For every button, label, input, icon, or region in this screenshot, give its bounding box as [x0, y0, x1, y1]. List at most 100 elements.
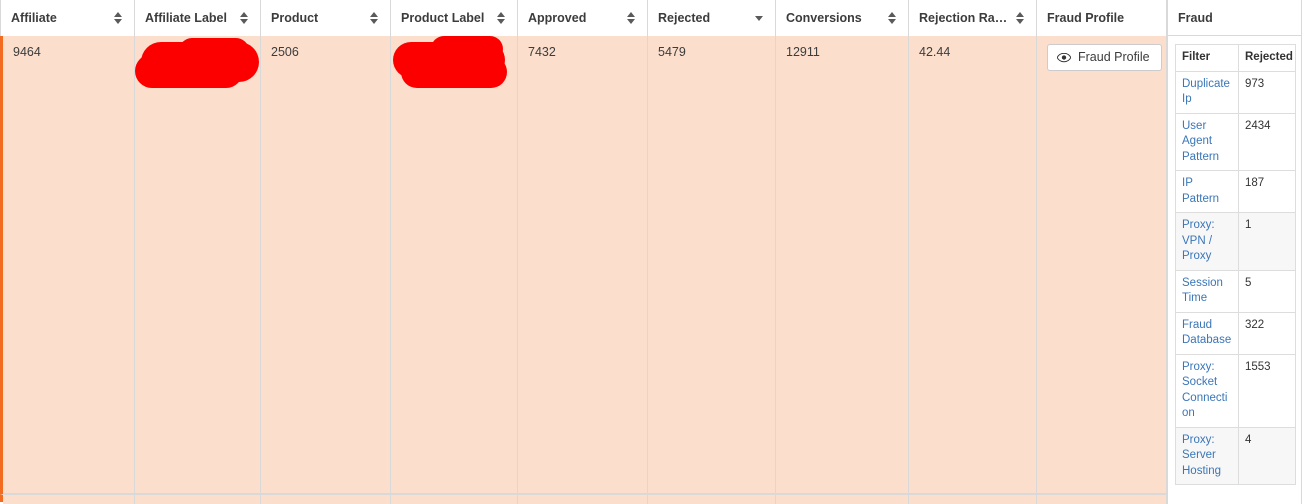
eye-icon [1056, 52, 1072, 63]
sort-both-icon[interactable] [888, 11, 898, 25]
fraud-column: Fraud Filter Rejected Duplicate Ip 973 U… [1167, 0, 1302, 504]
fraud-filter-link[interactable]: Fraud Database [1182, 319, 1231, 347]
fraud-breakdown-container: Filter Rejected Duplicate Ip 973 User Ag… [1168, 36, 1302, 504]
approved-value: 7432 [528, 45, 556, 59]
fraud-rejected-cell: 5 [1238, 269, 1296, 313]
cell-next-rejection-rate [909, 495, 1037, 504]
column-header-label: Affiliate Label [145, 11, 227, 25]
column-header-label: Product Label [401, 11, 485, 25]
column-header-conversions[interactable]: Conversions [776, 0, 909, 36]
cell-rejection-rate: 42.44 [909, 36, 1037, 494]
fraud-report-table: Affiliate Affiliate Label Product Produc… [0, 0, 1302, 504]
cell-next-affiliate-label [135, 495, 261, 504]
cell-approved: 7432 [518, 36, 648, 494]
rejection-rate-value: 42.44 [919, 45, 951, 59]
cell-next-affiliate [3, 495, 135, 504]
column-header-rejected[interactable]: Rejected [648, 0, 776, 36]
fraud-rejected-cell: 322 [1238, 311, 1296, 355]
fraud-filter-cell: Proxy: Server Hosting [1175, 426, 1239, 486]
fraud-filter-cell: Fraud Database [1175, 311, 1239, 355]
column-header-label: Approved [528, 11, 587, 25]
cell-product-label [391, 36, 518, 494]
cell-next-approved [518, 495, 648, 504]
fraud-filter-link[interactable]: Session Time [1182, 277, 1223, 305]
fraud-filter-link[interactable]: Proxy: VPN / Proxy [1182, 219, 1215, 262]
cell-next-fraud-profile [1037, 495, 1167, 504]
fraud-breakdown-row[interactable]: User Agent Pattern 2434 [1175, 112, 1296, 172]
cell-affiliate: 9464 [3, 36, 135, 494]
fraud-breakdown-row[interactable]: Duplicate Ip 973 [1175, 70, 1296, 114]
column-header-label: Conversions [786, 11, 862, 25]
cell-next-conversions [776, 495, 909, 504]
sort-both-icon[interactable] [240, 11, 250, 25]
column-header-fraud[interactable]: Fraud [1168, 0, 1302, 36]
fraud-breakdown-row[interactable]: Fraud Database 322 [1175, 311, 1296, 355]
column-header-label: Rejection Rate (%) [919, 11, 1010, 25]
cell-conversions: 12911 [776, 36, 909, 494]
fraud-filter-link[interactable]: User Agent Pattern [1182, 120, 1219, 163]
sort-none-icon [1146, 11, 1156, 25]
sort-both-icon[interactable] [627, 11, 637, 25]
cell-product: 2506 [261, 36, 391, 494]
sort-both-icon[interactable] [114, 11, 124, 25]
sort-both-icon[interactable] [370, 11, 380, 25]
fraud-filter-cell: Session Time [1175, 269, 1239, 313]
fraud-filter-link[interactable]: Proxy: Socket Connection [1182, 361, 1227, 420]
table-body: 9464 2506 7432 5479 12911 42.44 Fraud Pr… [0, 36, 1167, 504]
column-header-fraud-profile[interactable]: Fraud Profile [1037, 0, 1167, 36]
column-header-product[interactable]: Product [261, 0, 391, 36]
column-header-label: Fraud Profile [1047, 11, 1125, 25]
sort-descending-icon[interactable] [755, 11, 765, 25]
fraud-filter-cell: Proxy: Socket Connection [1175, 353, 1239, 428]
redaction-mark [179, 38, 249, 64]
table-row[interactable]: 9464 2506 7432 5479 12911 42.44 Fraud Pr… [0, 36, 1167, 494]
fraud-breakdown-header-rejected: Rejected [1238, 44, 1296, 72]
fraud-breakdown-table: Filter Rejected Duplicate Ip 973 User Ag… [1175, 44, 1296, 486]
fraud-filter-link[interactable]: Duplicate Ip [1182, 78, 1230, 106]
fraud-breakdown-header-filter: Filter [1175, 44, 1239, 72]
cell-next-rejected [648, 495, 776, 504]
fraud-profile-button-label: Fraud Profile [1078, 50, 1150, 64]
column-header-approved[interactable]: Approved [518, 0, 648, 36]
fraud-breakdown-header-row: Filter Rejected [1175, 44, 1296, 72]
fraud-rejected-cell: 2434 [1238, 112, 1296, 172]
conversions-value: 12911 [786, 45, 820, 59]
table-header-row: Affiliate Affiliate Label Product Produc… [0, 0, 1167, 36]
fraud-breakdown-row[interactable]: Session Time 5 [1175, 269, 1296, 313]
redaction-mark [431, 36, 503, 62]
column-header-label: Rejected [658, 11, 711, 25]
affiliate-value: 9464 [13, 45, 41, 59]
fraud-rejected-cell: 1553 [1238, 353, 1296, 428]
fraud-filter-link[interactable]: Proxy: Server Hosting [1182, 434, 1221, 477]
column-header-product-label[interactable]: Product Label [391, 0, 518, 36]
fraud-rejected-cell: 4 [1238, 426, 1296, 486]
sort-both-icon[interactable] [1016, 11, 1026, 25]
column-header-affiliate-label[interactable]: Affiliate Label [135, 0, 261, 36]
main-grid: Affiliate Affiliate Label Product Produc… [0, 0, 1167, 504]
fraud-profile-button[interactable]: Fraud Profile [1047, 44, 1162, 71]
cell-affiliate-label [135, 36, 261, 494]
fraud-filter-cell: User Agent Pattern [1175, 112, 1239, 172]
fraud-breakdown-row[interactable]: Proxy: VPN / Proxy 1 [1175, 212, 1296, 271]
fraud-filter-link[interactable]: IP Pattern [1182, 177, 1219, 205]
column-header-label: Affiliate [11, 11, 57, 25]
table-row-next-partial[interactable] [0, 494, 1167, 504]
fraud-rejected-cell: 187 [1238, 170, 1296, 214]
column-header-label: Product [271, 11, 319, 25]
fraud-rejected-cell: 1 [1238, 212, 1296, 271]
column-header-label: Fraud [1178, 10, 1213, 25]
cell-next-product-label [391, 495, 518, 504]
cell-fraud-profile: Fraud Profile [1037, 36, 1167, 494]
fraud-breakdown-row[interactable]: Proxy: Socket Connection 1553 [1175, 353, 1296, 428]
fraud-breakdown-row[interactable]: IP Pattern 187 [1175, 170, 1296, 214]
column-header-affiliate[interactable]: Affiliate [0, 0, 135, 36]
rejected-value: 5479 [658, 45, 686, 59]
column-header-rejection-rate[interactable]: Rejection Rate (%) [909, 0, 1037, 36]
fraud-filter-cell: IP Pattern [1175, 170, 1239, 214]
fraud-filter-cell: Proxy: VPN / Proxy [1175, 212, 1239, 271]
fraud-breakdown-row[interactable]: Proxy: Server Hosting 4 [1175, 426, 1296, 486]
sort-both-icon[interactable] [497, 11, 507, 25]
fraud-filter-cell: Duplicate Ip [1175, 70, 1239, 114]
cell-rejected: 5479 [648, 36, 776, 494]
cell-next-product [261, 495, 391, 504]
